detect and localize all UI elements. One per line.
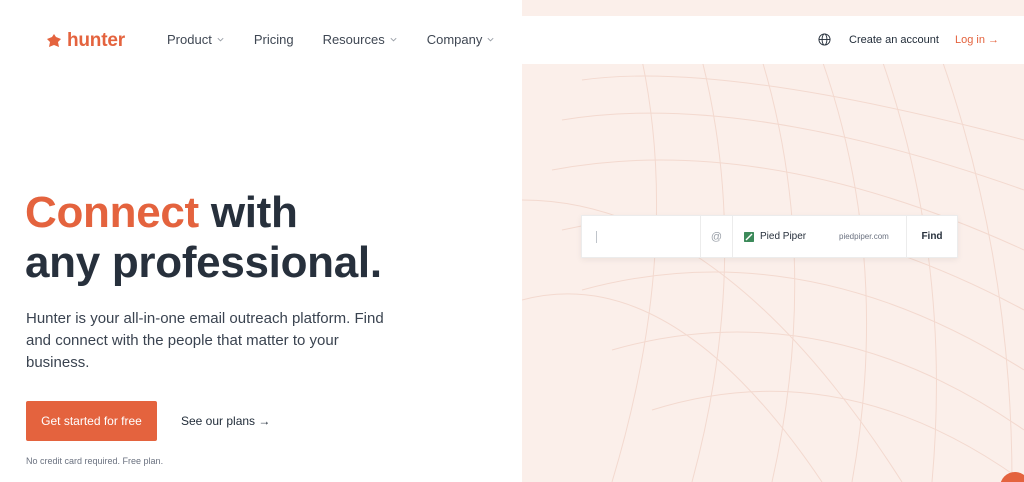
at-symbol: @ (701, 216, 733, 257)
fox-logo-icon (47, 34, 61, 47)
nav-item-product[interactable]: Product (167, 32, 225, 47)
text-caret (596, 231, 597, 243)
nav-item-label: Company (426, 32, 483, 47)
chevron-down-icon (390, 37, 397, 42)
top-navigation: hunter Product Pricing Resources Company (0, 0, 522, 80)
nav-item-pricing[interactable]: Pricing (254, 32, 294, 47)
pied-piper-logo-icon (744, 232, 754, 242)
hunter-logo[interactable]: hunter (46, 30, 125, 52)
see-plans-link[interactable]: See our plans → (181, 414, 270, 428)
chevron-down-icon (217, 37, 224, 42)
globe-icon[interactable] (818, 33, 831, 46)
create-account-link[interactable]: Create an account (849, 34, 939, 46)
nav-item-label: Product (167, 32, 212, 47)
nav-item-resources[interactable]: Resources (323, 32, 398, 47)
email-finder-widget: @ Pied Piper piedpiper.com Find (581, 215, 958, 258)
login-link[interactable]: Log in → (955, 34, 999, 46)
nav-item-label: Resources (322, 32, 385, 47)
hero-description: Hunter is your all-in-one email outreach… (26, 310, 384, 371)
nav-actions-bar (500, 16, 1024, 64)
headline-line-2: any professional. (25, 238, 382, 287)
company-domain: piedpiper.com (839, 232, 889, 241)
find-button[interactable]: Find (907, 216, 957, 257)
headline-rest: with (198, 188, 298, 237)
chevron-down-icon (487, 37, 494, 42)
get-started-button[interactable]: Get started for free (26, 401, 157, 441)
headline-accent: Connect (25, 188, 199, 237)
nav-item-company[interactable]: Company (427, 32, 496, 47)
nav-menu: Product Pricing Resources Company (167, 32, 524, 47)
company-field[interactable]: Pied Piper piedpiper.com (733, 216, 907, 257)
hero-headline: Connect with any professional. (25, 188, 382, 288)
logo-wordmark: hunter (67, 30, 125, 51)
no-credit-card-note: No credit card required. Free plan. (26, 456, 164, 466)
nav-item-label: Pricing (253, 32, 294, 47)
name-input[interactable] (582, 216, 701, 257)
company-name: Pied Piper (760, 231, 807, 242)
